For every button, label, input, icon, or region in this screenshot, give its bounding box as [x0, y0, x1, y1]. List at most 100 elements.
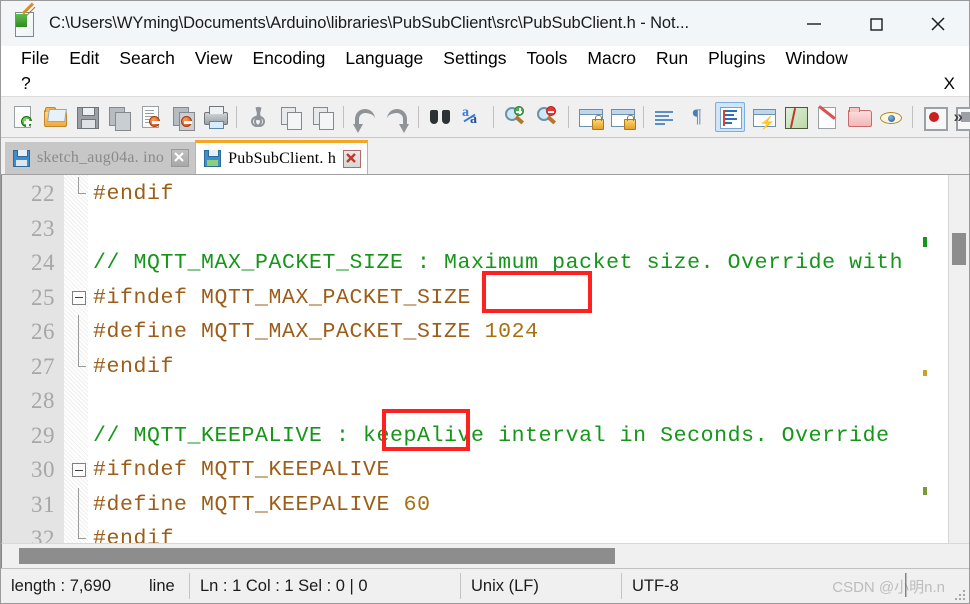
- toolbar-separator: [912, 106, 913, 128]
- menu-item-language[interactable]: Language: [335, 46, 433, 71]
- code-value-keepalive: 60: [403, 492, 431, 517]
- line-number: 27: [31, 353, 55, 379]
- fold-row: [64, 419, 88, 454]
- line-number: 29: [31, 422, 55, 448]
- menu-item-search[interactable]: Search: [109, 46, 184, 71]
- vertical-scrollbar[interactable]: [923, 175, 969, 543]
- code-view[interactable]: 22 23 24 25 26 27 28 29 30 31 32 33 34 3…: [2, 175, 969, 543]
- code-line: // MQTT_MAX_PACKET_SIZE : Maximum packet…: [88, 246, 948, 281]
- close-button[interactable]: [907, 1, 969, 46]
- vertical-scrollbar-thumb[interactable]: [952, 233, 966, 265]
- fold-row: [64, 281, 88, 316]
- undo-icon[interactable]: [351, 103, 379, 133]
- menu-item-tools[interactable]: Tools: [517, 46, 578, 71]
- save-state-icon: [13, 149, 30, 167]
- menu-bar: File Edit Search View Encoding Language …: [1, 46, 969, 96]
- toolbar-separator: [343, 106, 344, 128]
- redo-icon[interactable]: [383, 103, 411, 131]
- editor-area: 22 23 24 25 26 27 28 29 30 31 32 33 34 3…: [1, 175, 969, 543]
- folder-as-workspace-icon[interactable]: [845, 103, 873, 131]
- tab-label: sketch_aug04a. ino: [37, 149, 165, 166]
- fold-toggle-icon[interactable]: [72, 290, 86, 305]
- menu-item-settings[interactable]: Settings: [433, 46, 516, 71]
- show-all-characters-icon[interactable]: ¶: [683, 103, 711, 131]
- tab-close-icon[interactable]: [343, 149, 362, 168]
- save-icon[interactable]: [73, 103, 101, 131]
- monitoring-icon[interactable]: [877, 103, 905, 131]
- menu-item-encoding[interactable]: Encoding: [242, 46, 335, 71]
- toolbar-separator: [418, 106, 419, 128]
- tab-pubsubclient-h[interactable]: PubSubClient. h: [195, 140, 369, 174]
- close-document-button[interactable]: X: [944, 71, 955, 96]
- status-length: length : 7,690: [1, 569, 149, 603]
- zoom-in-icon[interactable]: [501, 103, 529, 131]
- save-all-icon[interactable]: [105, 103, 133, 131]
- sync-vertical-scroll-icon[interactable]: [576, 103, 604, 131]
- status-eol[interactable]: Unix (LF): [461, 569, 621, 603]
- fold-toggle-icon[interactable]: [72, 463, 86, 477]
- fold-row: [64, 453, 88, 488]
- line-number: 22: [31, 181, 55, 206]
- scroll-marker: [923, 370, 927, 376]
- code-token: #define MQTT_KEEPALIVE: [93, 492, 404, 517]
- horizontal-scrollbar-thumb[interactable]: [19, 548, 615, 564]
- open-file-icon[interactable]: [41, 103, 69, 131]
- window-title: C:\Users\WYming\Documents\Arduino\librar…: [49, 14, 689, 32]
- replace-icon[interactable]: aa: [458, 103, 486, 131]
- status-encoding[interactable]: UTF-8: [622, 569, 782, 603]
- menu-row-primary: File Edit Search View Encoding Language …: [11, 46, 969, 71]
- find-icon[interactable]: [426, 103, 454, 131]
- close-file-icon[interactable]: [137, 103, 165, 131]
- menu-item-macro[interactable]: Macro: [577, 46, 646, 71]
- fold-row: [64, 384, 88, 419]
- copy-icon[interactable]: [276, 103, 304, 131]
- maximize-button[interactable]: [845, 1, 907, 46]
- status-length-label: length : 7,690: [11, 576, 111, 595]
- horizontal-scrollbar[interactable]: [1, 543, 969, 568]
- status-caret: Ln : 1 Col : 1 Sel : 0 | 0: [190, 569, 460, 603]
- new-file-icon[interactable]: [9, 103, 37, 131]
- text-cursor-icon: [901, 573, 911, 597]
- code-token: #endif: [93, 182, 175, 206]
- fold-margin[interactable]: [64, 175, 88, 543]
- fold-row: [64, 246, 88, 281]
- cut-icon[interactable]: [244, 103, 272, 131]
- menu-item-view[interactable]: View: [185, 46, 243, 71]
- toolbar-overflow-button[interactable]: »: [954, 107, 963, 127]
- line-number: 26: [31, 319, 55, 344]
- function-list-icon[interactable]: [813, 103, 841, 131]
- tab-sketch-aug04a-ino[interactable]: sketch_aug04a. ino: [5, 142, 196, 174]
- toolbar-separator: [493, 106, 494, 128]
- code-line: // MQTT_KEEPALIVE : keepAlive interval i…: [88, 419, 948, 454]
- menu-item-help[interactable]: ?: [11, 71, 41, 96]
- record-macro-icon[interactable]: [920, 103, 948, 131]
- code-line: #define MQTT_MAX_PACKET_SIZE 1024: [88, 315, 948, 350]
- word-wrap-icon[interactable]: [651, 103, 679, 131]
- menu-item-run[interactable]: Run: [646, 46, 698, 71]
- tab-close-icon[interactable]: [171, 149, 190, 167]
- code-text[interactable]: #endif // MQTT_MAX_PACKET_SIZE : Maximum…: [88, 175, 948, 543]
- sync-horizontal-scroll-icon[interactable]: [608, 103, 636, 131]
- code-line: #ifndef MQTT_KEEPALIVE: [88, 453, 948, 488]
- print-icon[interactable]: [201, 103, 229, 131]
- menu-item-edit[interactable]: Edit: [59, 46, 109, 71]
- code-line: #endif: [88, 522, 948, 543]
- status-eol-label: Unix (LF): [471, 576, 539, 595]
- close-all-icon[interactable]: [169, 103, 197, 131]
- code-token: #define MQTT_MAX_PACKET_SIZE: [93, 320, 485, 344]
- menu-item-file[interactable]: File: [11, 46, 59, 71]
- line-number-gutter: 22 23 24 25 26 27 28 29 30 31 32 33 34 3…: [2, 175, 64, 543]
- menu-item-window[interactable]: Window: [776, 46, 858, 71]
- show-indent-guide-icon[interactable]: [715, 102, 745, 132]
- document-map-icon[interactable]: [781, 103, 809, 131]
- resize-grip-icon[interactable]: [953, 588, 965, 600]
- menu-item-plugins[interactable]: Plugins: [698, 46, 775, 71]
- user-defined-dialog-icon[interactable]: ⚡: [749, 103, 777, 131]
- fold-row: [64, 177, 88, 212]
- zoom-out-icon[interactable]: [533, 103, 561, 131]
- code-line: #define MQTT_KEEPALIVE 60: [88, 488, 948, 523]
- paste-icon[interactable]: [308, 103, 336, 131]
- tab-label: PubSubClient. h: [228, 149, 337, 167]
- minimize-button[interactable]: [783, 1, 845, 46]
